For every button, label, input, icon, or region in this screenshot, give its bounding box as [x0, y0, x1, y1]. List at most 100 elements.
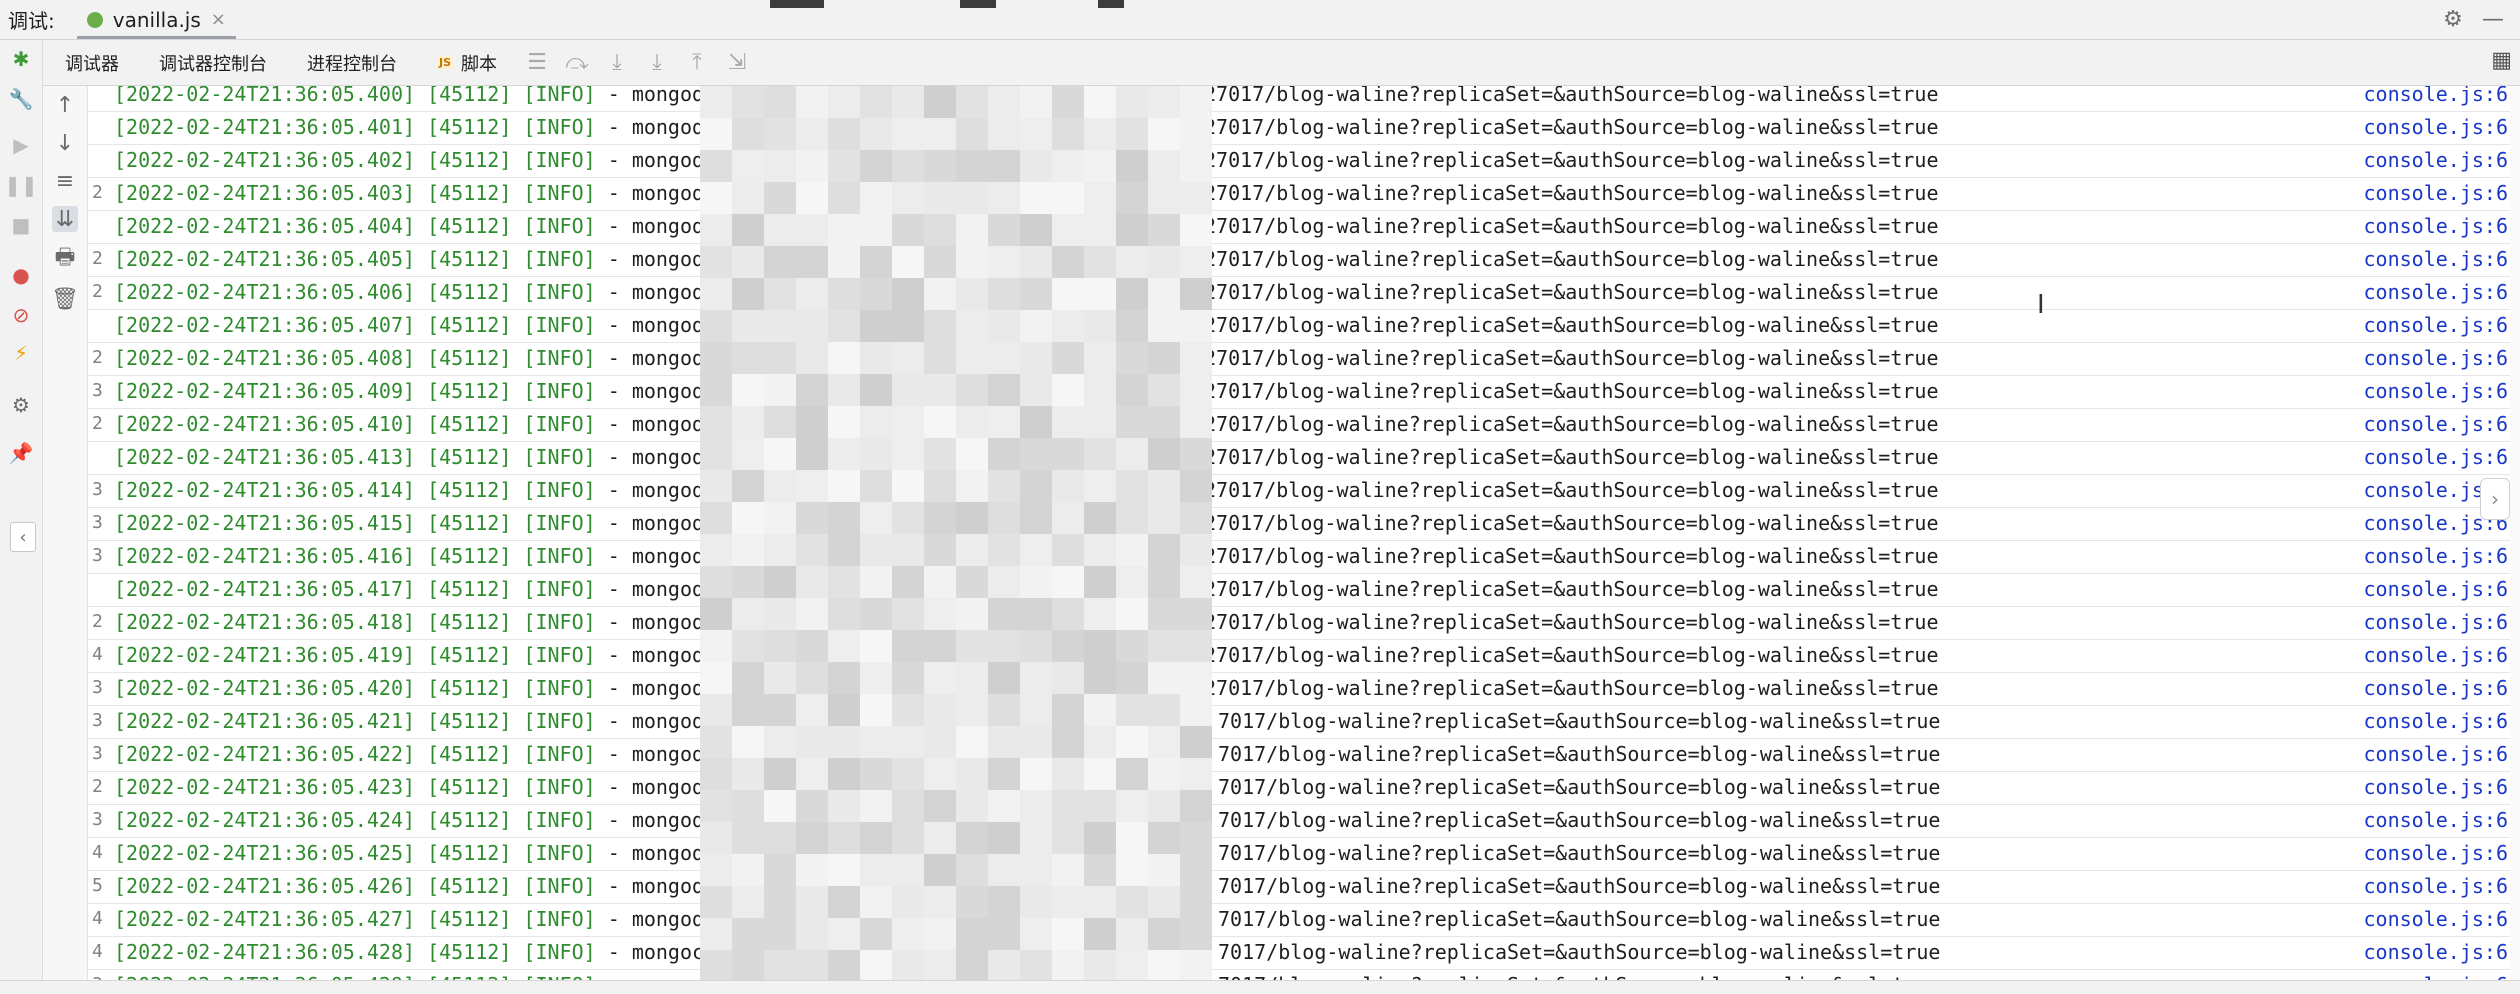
pin-icon[interactable]: 📌 — [8, 440, 34, 466]
log-level: [INFO] — [523, 577, 596, 601]
log-pid: [45112] — [427, 346, 512, 370]
soft-wrap-icon[interactable]: ≡ — [52, 168, 78, 194]
log-ts: [2022-02-24T21:36:05.401] — [114, 115, 416, 139]
repeat-count: 3 — [92, 710, 103, 731]
log-connection-string: 7017/blog-waline?replicaSet=&authSource=… — [1218, 742, 1941, 766]
source-link[interactable]: console.js:6 — [2364, 870, 2509, 902]
run-to-cursor-icon[interactable]: ⇲ — [717, 50, 757, 75]
repeat-count: 2 — [92, 776, 103, 797]
vertical-scrollbar[interactable] — [2510, 86, 2520, 980]
scroll-to-end-icon[interactable]: ⇊ — [52, 206, 78, 232]
log-pid: [45112] — [427, 544, 512, 568]
source-link[interactable]: console.js:6 — [2364, 210, 2509, 242]
source-link[interactable]: console.js:6 — [2364, 309, 2509, 341]
source-link[interactable]: console.js:6 — [2364, 771, 2509, 803]
console-row: 2 [2022-02-24T21:36:05.405] [45112] [INFO… — [88, 243, 2520, 277]
layout-icon[interactable]: ▦ — [2491, 48, 2512, 73]
log-pid: [45112] — [427, 379, 512, 403]
log-connection-string: 27017/blog-waline?replicaSet=&authSource… — [1204, 676, 1939, 700]
log-message: [2022-02-24T21:36:05.409] [45112] [INFO]… — [114, 375, 728, 407]
log-separator: - — [607, 86, 632, 106]
tab-scripts-label: 脚本 — [461, 53, 498, 75]
source-link[interactable]: console.js:6 — [2364, 672, 2509, 704]
debug-side-toolbar: ✱ 🔧 ▶ ❚❚ ■ ● ⊘ ⚡ ⚙ 📌 ‹ — [0, 40, 43, 980]
wrench-icon[interactable]: 🔧 — [8, 86, 34, 112]
source-link[interactable]: console.js:6 — [2364, 276, 2509, 308]
log-host: mongod — [631, 907, 705, 931]
log-ts: [2022-02-24T21:36:05.406] — [114, 280, 416, 304]
log-message: [2022-02-24T21:36:05.410] [45112] [INFO]… — [114, 408, 728, 440]
source-link[interactable]: console.js:6 — [2364, 573, 2509, 605]
arrow-up-icon[interactable]: ↑ — [52, 92, 78, 118]
force-step-into-icon[interactable]: ⤓ — [637, 50, 677, 75]
console-output[interactable]: [2022-02-24T21:36:05.400] [45112] [INFO]… — [88, 86, 2520, 980]
source-link[interactable]: console.js:6 — [2364, 144, 2509, 176]
console-row: 3 [2022-02-24T21:36:05.415] [45112] [INFO… — [88, 507, 2520, 541]
log-connection-string: 27017/blog-waline?replicaSet=&authSource… — [1204, 148, 1939, 172]
source-link[interactable]: console.js:6 — [2364, 375, 2509, 407]
source-link[interactable]: console.js:6 — [2364, 639, 2509, 671]
close-icon[interactable]: × — [211, 9, 226, 30]
lightning-icon[interactable]: ⚡ — [8, 340, 34, 366]
collapse-left-icon[interactable]: ‹ — [10, 522, 36, 552]
menu-icon[interactable]: ☰ — [517, 50, 557, 75]
resume-icon[interactable]: ▶ — [8, 132, 34, 158]
log-level: [INFO] — [523, 973, 595, 980]
source-link[interactable]: console.js:6 — [2364, 837, 2509, 869]
source-link[interactable]: console.js:6 — [2364, 705, 2509, 737]
source-link[interactable]: console.js:6 — [2364, 177, 2509, 209]
source-link[interactable]: console.js:6 — [2364, 969, 2509, 980]
tab-scripts[interactable]: JS 脚本 — [417, 40, 517, 85]
debug-toolbar: 调试器 调试器控制台 进程控制台 JS 脚本 ☰ ⤼ ⤓ ⤓ ⤒ ⇲ ▦ — [43, 40, 2520, 86]
log-separator: - — [607, 874, 632, 898]
log-pid: [45112] — [427, 247, 512, 271]
source-link[interactable]: console.js:6 — [2364, 342, 2509, 374]
log-separator: - — [607, 478, 632, 502]
step-out-icon[interactable]: ⤒ — [677, 50, 717, 75]
source-link[interactable]: console.js:6 — [2364, 738, 2509, 770]
source-link[interactable]: console.js:6 — [2364, 540, 2509, 572]
step-into-icon[interactable]: ⤓ — [597, 50, 637, 75]
arrow-down-icon[interactable]: ↓ — [52, 130, 78, 156]
log-level: [INFO] — [523, 181, 596, 205]
log-message: [2022-02-24T21:36:05.400] [45112] [INFO]… — [114, 86, 740, 110]
tab-process-console[interactable]: 进程控制台 — [287, 40, 417, 85]
source-link[interactable]: console.js:6 — [2364, 111, 2509, 143]
stop-icon[interactable]: ■ — [8, 212, 34, 238]
source-link[interactable]: console.js:6 — [2364, 408, 2509, 440]
log-ts: [2022-02-24T21:36:05.420] — [114, 676, 416, 700]
trash-icon[interactable]: 🗑 — [51, 286, 79, 312]
source-link[interactable]: console.js:6 — [2364, 441, 2509, 473]
log-ts: [2022-02-24T21:36:05.425] — [114, 841, 416, 865]
step-over-icon[interactable]: ⤼ — [557, 50, 597, 75]
source-link[interactable]: console.js:6 — [2364, 86, 2509, 110]
log-level: [INFO] — [523, 148, 596, 172]
log-connection-string: 7017/blog-waline?replicaSet=&authSource=… — [1218, 940, 1941, 964]
console-row: 2 [2022-02-24T21:36:05.406] [45112] [INFO… — [88, 276, 2520, 310]
console-row: [2022-02-24T21:36:05.404] [45112] [INFO]… — [88, 210, 2520, 244]
minimize-icon[interactable]: — — [2480, 7, 2506, 33]
log-connection-string: 27017/blog-waline?replicaSet=&authSource… — [1204, 577, 1939, 601]
bug-icon[interactable]: ✱ — [8, 46, 34, 72]
console-row: 4 [2022-02-24T21:36:05.427] [45112] [INFO… — [88, 903, 2520, 937]
source-link[interactable]: console.js:6 — [2364, 243, 2509, 275]
tab-vanilla-js[interactable]: vanilla.js × — [76, 0, 237, 39]
source-link[interactable]: console.js:6 — [2364, 936, 2509, 968]
tab-debugger-console[interactable]: 调试器控制台 — [139, 40, 287, 85]
gear-icon[interactable]: ⚙ — [8, 392, 34, 418]
tab-debugger[interactable]: 调试器 — [43, 40, 139, 85]
console-row: [2022-02-24T21:36:05.413] [45112] [INFO]… — [88, 441, 2520, 475]
expand-right-icon[interactable]: › — [2480, 478, 2510, 520]
print-icon[interactable]: 🖶 — [52, 245, 78, 272]
breakpoints-icon[interactable]: ● — [8, 262, 34, 288]
pause-icon[interactable]: ❚❚ — [4, 172, 38, 198]
source-link[interactable]: console.js:6 — [2364, 606, 2509, 638]
log-message: [2022-02-24T21:36:05.421] [45112] [INFO]… — [114, 705, 716, 737]
mute-breakpoints-icon[interactable]: ⊘ — [8, 302, 34, 328]
console-row: 4 [2022-02-24T21:36:05.428] [45112] [INFO… — [88, 936, 2520, 970]
source-link[interactable]: console.js:6 — [2364, 903, 2509, 935]
repeat-count: 3 — [92, 809, 103, 830]
gear-icon[interactable]: ⚙ — [2440, 7, 2466, 33]
log-separator: - — [607, 148, 632, 172]
source-link[interactable]: console.js:6 — [2364, 804, 2509, 836]
